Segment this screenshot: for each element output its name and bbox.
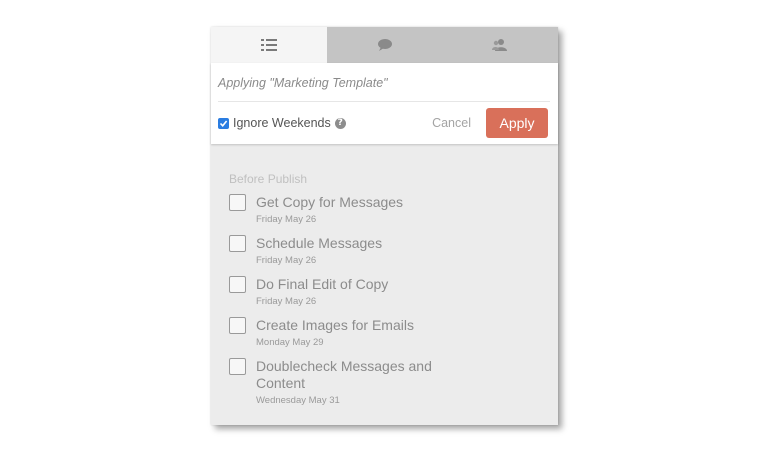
applying-template-text: Applying "Marketing Template" <box>218 76 388 90</box>
task-item: Create Images for Emails Monday May 29 <box>229 317 446 348</box>
help-icon[interactable]: ? <box>334 117 346 129</box>
section-title: Before Publish <box>229 172 308 186</box>
task-item: Do Final Edit of Copy Friday May 26 <box>229 276 446 307</box>
task-title: Doublecheck Messages and Content <box>256 358 432 391</box>
tab-bar <box>211 27 558 63</box>
task-item: Get Copy for Messages Friday May 26 <box>229 194 446 225</box>
task-date: Wednesday May 31 <box>256 395 340 406</box>
task-title: Do Final Edit of Copy <box>256 276 389 292</box>
task-date: Monday May 29 <box>256 337 324 348</box>
cancel-button[interactable]: Cancel <box>432 116 471 130</box>
task-title: Schedule Messages <box>256 235 383 251</box>
ignore-weekends-checkbox[interactable]: Ignore Weekends ? <box>218 116 346 130</box>
apply-template-panel: Applying "Marketing Template" Ignore Wee… <box>211 27 558 425</box>
template-header: Applying "Marketing Template" Ignore Wee… <box>211 63 558 144</box>
apply-controls: Ignore Weekends ? Cancel Apply <box>218 108 548 138</box>
chat-bubble-icon <box>377 39 392 51</box>
task-checkbox[interactable] <box>229 194 246 211</box>
header-divider <box>218 101 550 102</box>
task-title: Get Copy for Messages <box>256 194 404 210</box>
task-checkbox[interactable] <box>229 235 246 252</box>
tab-messages[interactable] <box>327 27 443 63</box>
tab-users[interactable] <box>442 27 558 63</box>
task-date: Friday May 26 <box>256 255 317 266</box>
task-checkbox[interactable] <box>229 358 246 375</box>
ignore-weekends-label: Ignore Weekends <box>233 116 331 130</box>
task-checkbox[interactable] <box>229 317 246 334</box>
task-date: Friday May 26 <box>256 296 317 307</box>
task-item: Doublecheck Messages and Content Wednesd… <box>229 358 446 406</box>
checkbox-checked-icon[interactable] <box>218 117 229 129</box>
list-icon <box>260 39 277 51</box>
tab-tasks[interactable] <box>211 27 327 63</box>
apply-button[interactable]: Apply <box>486 108 548 138</box>
task-date: Friday May 26 <box>256 214 317 225</box>
task-checkbox[interactable] <box>229 276 246 293</box>
task-item: Schedule Messages Friday May 26 <box>229 235 446 266</box>
users-icon <box>492 39 508 51</box>
task-title: Create Images for Emails <box>256 317 414 333</box>
